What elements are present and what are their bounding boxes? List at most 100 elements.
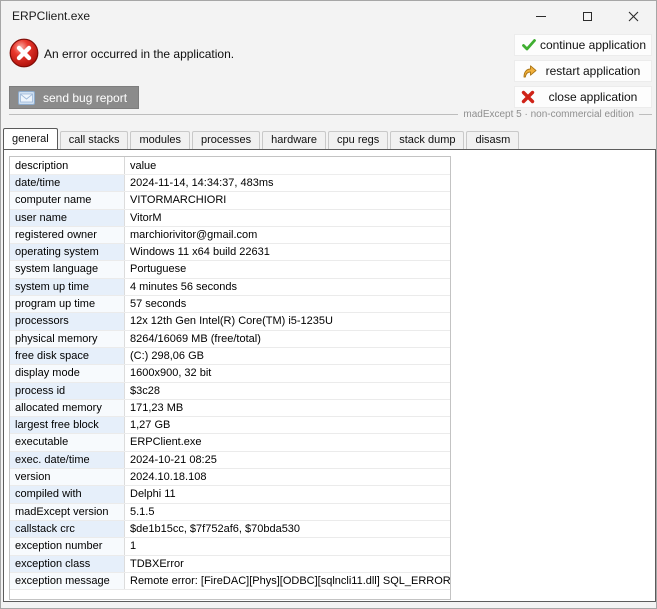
table-row[interactable]: exception class TDBXError (10, 556, 450, 573)
table-row[interactable]: callstack crc $de1b15cc, $7f752af6, $70b… (10, 521, 450, 538)
row-description: process id (10, 383, 125, 399)
table-row[interactable]: computer name VITORMARCHIORI (10, 192, 450, 209)
tab-call-stacks[interactable]: call stacks (60, 131, 129, 149)
table-row[interactable]: exception message Remote error: [FireDAC… (10, 573, 450, 590)
titlebar: ERPClient.exe (1, 1, 656, 31)
row-value: Delphi 11 (125, 486, 450, 502)
minimize-button[interactable] (518, 1, 564, 31)
tab-hardware[interactable]: hardware (262, 131, 326, 149)
maximize-button[interactable] (564, 1, 610, 31)
table-row[interactable]: display mode 1600x900, 32 bit (10, 365, 450, 382)
row-description: processors (10, 313, 125, 329)
row-description: registered owner (10, 227, 125, 243)
row-value: VITORMARCHIORI (125, 192, 450, 208)
row-description: executable (10, 434, 125, 450)
row-value: 1600x900, 32 bit (125, 365, 450, 381)
close-icon (628, 11, 639, 22)
table-row[interactable]: version 2024.10.18.108 (10, 469, 450, 486)
row-description: largest free block (10, 417, 125, 433)
divider-line-end (639, 114, 652, 115)
row-value: 2024-11-14, 14:34:37, 483ms (125, 175, 450, 191)
send-bug-report-label: send bug report (43, 91, 127, 105)
row-value: Windows 11 x64 build 22631 (125, 244, 450, 260)
minimize-icon (536, 16, 546, 17)
close-application-label: close application (549, 90, 638, 104)
table-row[interactable]: user name VitorM (10, 210, 450, 227)
table-row[interactable]: madExcept version 5.1.5 (10, 504, 450, 521)
row-value: 5.1.5 (125, 504, 450, 520)
row-description: program up time (10, 296, 125, 312)
tab-processes[interactable]: processes (192, 131, 260, 149)
info-table-header: description value (10, 157, 450, 175)
row-description: allocated memory (10, 400, 125, 416)
column-header-value[interactable]: value (125, 157, 450, 174)
close-application-button[interactable]: close application (514, 86, 652, 108)
tab-stack-dump[interactable]: stack dump (390, 131, 464, 149)
row-value: $3c28 (125, 383, 450, 399)
tab-strip: general call stacks modules processes ha… (3, 128, 521, 149)
table-row[interactable]: free disk space (C:) 298,06 GB (10, 348, 450, 365)
row-value: VitorM (125, 210, 450, 226)
table-row[interactable]: system language Portuguese (10, 261, 450, 278)
table-row[interactable]: largest free block 1,27 GB (10, 417, 450, 434)
row-value: 1 (125, 538, 450, 554)
info-table-footer (10, 590, 450, 599)
error-dialog-window: ERPClient.exe An error oc (0, 0, 657, 609)
row-description: free disk space (10, 348, 125, 364)
info-table: description value date/time 2024-11-14, … (9, 156, 451, 600)
error-message: An error occurred in the application. (44, 47, 234, 61)
row-value: 57 seconds (125, 296, 450, 312)
branding-divider: madExcept 5 · non-commercial edition (9, 108, 652, 121)
maximize-icon (583, 12, 592, 21)
info-table-body: date/time 2024-11-14, 14:34:37, 483ms co… (10, 175, 450, 590)
row-description: user name (10, 210, 125, 226)
row-value: TDBXError (125, 556, 450, 572)
row-value: ERPClient.exe (125, 434, 450, 450)
row-description: system up time (10, 279, 125, 295)
table-row[interactable]: exec. date/time 2024-10-21 08:25 (10, 452, 450, 469)
row-value: 8264/16069 MB (free/total) (125, 331, 450, 347)
continue-application-button[interactable]: continue application (514, 34, 652, 56)
restart-arrow-icon (521, 64, 537, 79)
row-value: 2024-10-21 08:25 (125, 452, 450, 468)
column-header-description[interactable]: description (10, 157, 125, 174)
green-check-icon (521, 38, 537, 52)
table-row[interactable]: operating system Windows 11 x64 build 22… (10, 244, 450, 261)
row-value: Portuguese (125, 261, 450, 277)
table-row[interactable]: program up time 57 seconds (10, 296, 450, 313)
tab-modules[interactable]: modules (130, 131, 190, 149)
send-bug-report-button[interactable]: send bug report (9, 86, 139, 109)
table-row[interactable]: compiled with Delphi 11 (10, 486, 450, 503)
table-row[interactable]: allocated memory 171,23 MB (10, 400, 450, 417)
table-row[interactable]: physical memory 8264/16069 MB (free/tota… (10, 331, 450, 348)
close-button[interactable] (610, 1, 656, 31)
row-description: system language (10, 261, 125, 277)
row-description: madExcept version (10, 504, 125, 520)
table-row[interactable]: system up time 4 minutes 56 seconds (10, 279, 450, 296)
madexcept-branding: madExcept 5 · non-commercial edition (458, 109, 639, 120)
row-description: physical memory (10, 331, 125, 347)
restart-application-button[interactable]: restart application (514, 60, 652, 82)
general-tab-panel: description value date/time 2024-11-14, … (3, 149, 656, 602)
row-description: exec. date/time (10, 452, 125, 468)
row-description: computer name (10, 192, 125, 208)
tab-cpu-regs[interactable]: cpu regs (328, 131, 388, 149)
row-description: compiled with (10, 486, 125, 502)
table-row[interactable]: processors 12x 12th Gen Intel(R) Core(TM… (10, 313, 450, 330)
table-row[interactable]: registered owner marchiorivitor@gmail.co… (10, 227, 450, 244)
row-value: 1,27 GB (125, 417, 450, 433)
row-description: version (10, 469, 125, 485)
row-value: $de1b15cc, $7f752af6, $70bda530 (125, 521, 450, 537)
row-description: date/time (10, 175, 125, 191)
tab-general[interactable]: general (3, 128, 58, 149)
divider-line (9, 114, 458, 115)
table-row[interactable]: exception number 1 (10, 538, 450, 555)
row-description: exception message (10, 573, 125, 589)
tab-disasm[interactable]: disasm (466, 131, 519, 149)
table-row[interactable]: executable ERPClient.exe (10, 434, 450, 451)
table-row[interactable]: date/time 2024-11-14, 14:34:37, 483ms (10, 175, 450, 192)
table-row[interactable]: process id $3c28 (10, 383, 450, 400)
row-value: 4 minutes 56 seconds (125, 279, 450, 295)
row-value: Remote error: [FireDAC][Phys][ODBC][sqln… (125, 573, 450, 589)
row-value: marchiorivitor@gmail.com (125, 227, 450, 243)
